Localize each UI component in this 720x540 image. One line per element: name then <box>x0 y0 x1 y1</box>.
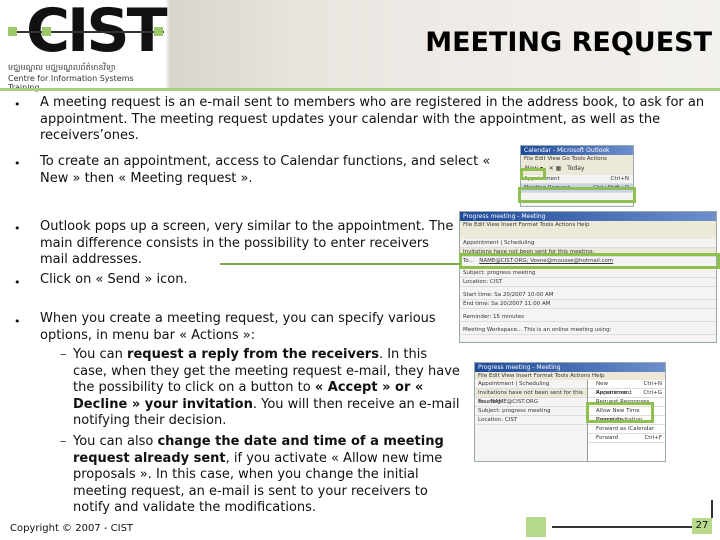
bullet-text: When you create a meeting request, you c… <box>40 311 436 343</box>
bullet-text: To create an appointment, access to Cale… <box>40 154 491 186</box>
bullet-text: Click on « Send » icon. <box>40 272 188 287</box>
page-number: 27 <box>692 518 712 534</box>
header-banner: CIST មជ្ឈមណ្ឌល មជ្ឈមណ្ឌលព័ត៌មានវិទ្យា Ce… <box>0 0 720 92</box>
footer-line <box>552 526 692 528</box>
to-field-highlight <box>459 253 720 269</box>
footer-square <box>526 517 546 537</box>
connector-line <box>220 263 460 265</box>
dash-icon: – <box>60 347 67 362</box>
new-highlight <box>520 168 546 180</box>
text: You can <box>73 347 128 362</box>
bullet-icon: • <box>14 315 21 328</box>
sub-bullet-text: You can request a reply from the receive… <box>73 347 465 430</box>
page-title: MEETING REQUEST <box>425 27 712 58</box>
meeting-form-screenshot: Progress meeting - Meeting File Edit Vie… <box>459 211 717 343</box>
bullet-icon: • <box>14 157 21 170</box>
meeting-request-highlight <box>518 187 636 203</box>
bold-text: request a reply from the receivers <box>127 347 379 362</box>
text: You can also <box>73 434 158 449</box>
bullet-text: A meeting request is an e-mail sent to m… <box>40 95 705 143</box>
cist-logo: CIST មជ្ឈមណ្ឌល មជ្ឈមណ្ឌលព័ត៌មានវិទ្យា Ce… <box>4 0 167 92</box>
copyright: Copyright © 2007 - CIST <box>10 523 134 534</box>
bullet-icon: • <box>14 222 21 235</box>
header-divider <box>0 88 720 91</box>
bullet-icon: • <box>14 276 21 289</box>
sub-bullet-text: You can also change the date and time of… <box>73 434 465 517</box>
dash-icon: – <box>60 434 67 449</box>
bullet-icon: • <box>14 98 21 111</box>
actions-highlight <box>586 402 654 423</box>
bullet-text: Outlook pops up a screen, very similar t… <box>40 219 454 267</box>
